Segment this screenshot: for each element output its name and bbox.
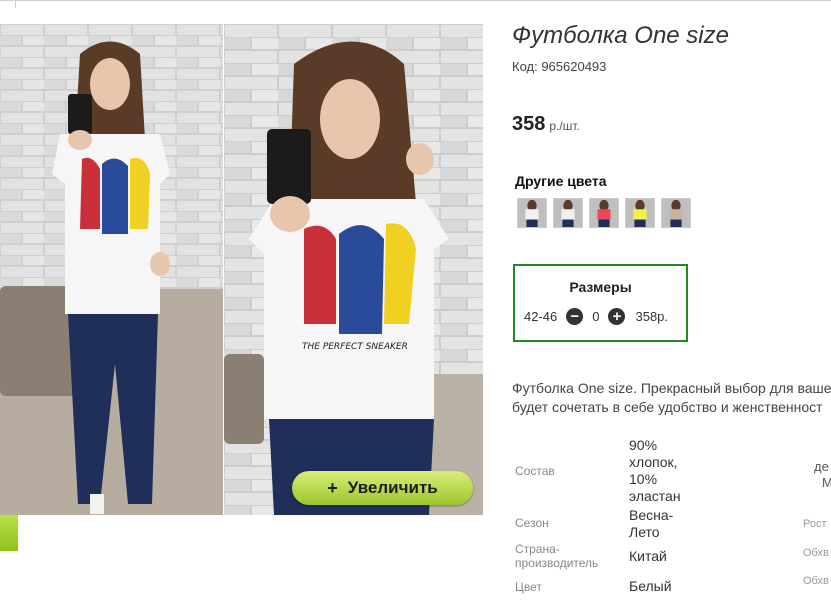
color-swatch[interactable] — [625, 198, 655, 228]
frame-tick — [15, 0, 16, 8]
property-value: 90% хлопок, 10% эластан — [629, 437, 681, 504]
color-swatch[interactable] — [661, 198, 691, 228]
green-side-tab[interactable] — [0, 515, 18, 551]
zoom-button[interactable]: + Увеличить — [292, 471, 473, 505]
property-value: Китай — [629, 548, 667, 564]
cut-text: Обхв — [803, 547, 829, 559]
product-photo-2[interactable]: THE PERFECT SNEAKER — [224, 24, 483, 515]
plus-icon[interactable]: + — [608, 308, 626, 325]
photo-1-image — [0, 24, 223, 515]
property-value: Весна- Лето — [629, 507, 674, 540]
size-label: 42-46 — [524, 309, 558, 324]
property-label: Цвет — [515, 580, 542, 594]
size-row: 42-46 − 0 + 358р. — [524, 308, 668, 325]
cut-text: Рост — [803, 518, 827, 530]
product-description: Футболка One size. Прекрасный выбор для … — [512, 379, 831, 417]
zoom-button-label: Увеличить — [347, 478, 438, 497]
description-line: будет сочетать в себе удобство и женстве… — [512, 399, 823, 415]
product-photo-1[interactable] — [0, 24, 223, 515]
cut-text: М — [822, 475, 831, 490]
minus-icon[interactable]: − — [566, 308, 584, 325]
cut-text: де — [814, 459, 829, 474]
sizes-box: Размеры 42-46 − 0 + 358р. — [513, 264, 688, 342]
plus-icon: + — [327, 477, 338, 498]
color-swatch[interactable] — [553, 198, 583, 228]
quantity-value: 0 — [592, 309, 600, 324]
product-price: 358 р./шт. — [512, 113, 580, 136]
color-swatch[interactable] — [589, 198, 619, 228]
frame-top-line — [0, 0, 831, 1]
price-unit: р./шт. — [549, 119, 580, 133]
size-price: 358р. — [635, 309, 669, 324]
property-label: Сезон — [515, 516, 549, 530]
shirt-print-text: THE PERFECT SNEAKER — [302, 342, 408, 352]
property-value: Белый — [629, 578, 672, 594]
description-line: Футболка One size. Прекрасный выбор для … — [512, 380, 831, 396]
color-swatch[interactable] — [517, 198, 547, 228]
product-code: Код: 965620493 — [512, 59, 607, 74]
property-label: Состав — [515, 464, 555, 478]
photo-2-image: THE PERFECT SNEAKER — [224, 24, 483, 515]
price-value: 358 — [512, 113, 546, 135]
cut-text: Обхв — [803, 575, 829, 587]
property-label: Страна- производитель — [515, 542, 599, 570]
color-swatches — [517, 198, 691, 228]
product-title: Футболка One size — [512, 22, 729, 49]
other-colors-title: Другие цвета — [515, 173, 607, 189]
sizes-title: Размеры — [569, 279, 632, 295]
